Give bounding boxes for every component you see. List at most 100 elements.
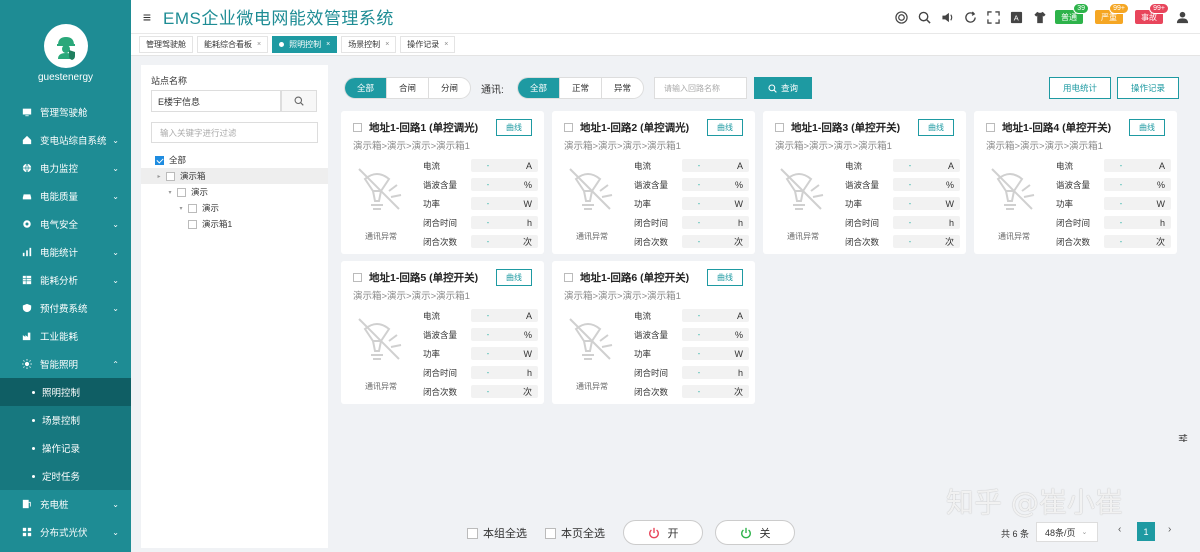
select-group-checkbox[interactable]: 本组全选 (467, 525, 527, 541)
site-search-button[interactable] (281, 90, 317, 112)
curve-button[interactable]: 曲线 (707, 119, 743, 136)
usage-stats-button[interactable]: 用电统计 (1049, 77, 1111, 99)
circuit-card-title: 地址1-回路6 (单控开关) (564, 270, 689, 285)
page-size-select[interactable]: 48条/页 ⌄ (1036, 522, 1098, 542)
speaker-icon[interactable] (940, 10, 955, 25)
tree-node[interactable]: 演示箱1 (141, 216, 328, 232)
metric-value-box: -A (1104, 159, 1171, 172)
sidebar-item[interactable]: 照明控制 (0, 378, 131, 406)
tab[interactable]: 能耗综合看板 × (197, 36, 269, 53)
refresh-icon[interactable] (963, 10, 978, 25)
circuit-select-checkbox[interactable] (564, 273, 573, 282)
curve-button[interactable]: 曲线 (496, 119, 532, 136)
alarm-normal-badge[interactable]: 普通 39 (1055, 3, 1089, 24)
expand-caret-icon[interactable]: ▸ (155, 173, 163, 180)
switch-off-button[interactable]: 关 (715, 520, 795, 545)
tab[interactable]: 场景控制 × (341, 36, 397, 53)
close-icon[interactable]: × (257, 41, 261, 48)
sidebar-item[interactable]: 预付费系统 ⌄ (0, 294, 131, 322)
tab[interactable]: 管理驾驶舱 (139, 36, 193, 53)
checkbox[interactable] (177, 187, 186, 197)
circuit-select-checkbox[interactable] (775, 123, 784, 132)
metric-name: 闭合时间 (423, 217, 458, 228)
alarm-serious-badge[interactable]: 严重 99+ (1095, 3, 1129, 24)
circuit-select-checkbox[interactable] (986, 123, 995, 132)
sidebar-item[interactable]: 变电站综自系统 ⌄ (0, 126, 131, 154)
tree-node[interactable]: ▾ 演示 (141, 200, 328, 216)
curve-button[interactable]: 曲线 (496, 269, 532, 286)
tree-node[interactable]: ▾ 演示 (141, 184, 328, 200)
translate-icon[interactable]: A (1009, 10, 1024, 25)
header: ≡ EMS企业微电网能效管理系统 A 普通 39 严重 99+ 事故 99+ (131, 0, 1200, 34)
switch-filter-option[interactable]: 合闸 (387, 78, 430, 98)
tree-filter-input[interactable]: 输入关键字进行过滤 (151, 122, 318, 143)
expand-caret-icon[interactable]: ▾ (177, 205, 185, 212)
circuit-select-checkbox[interactable] (353, 123, 362, 132)
alarm-normal-count: 39 (1073, 3, 1089, 14)
curve-button[interactable]: 曲线 (1129, 119, 1165, 136)
comm-filter-option[interactable]: 全部 (518, 78, 561, 98)
sidebar-item[interactable]: 充电桩 ⌄ (0, 490, 131, 518)
circuit-card: 地址1-回路6 (单控开关) 曲线 演示箱>演示>演示>演示箱1 通讯异常 电流 - A 谐波… (552, 261, 755, 404)
sidebar-item[interactable]: 场景控制 (0, 406, 131, 434)
avatar[interactable] (43, 24, 88, 68)
curve-button[interactable]: 曲线 (707, 269, 743, 286)
sidebar-item[interactable]: 定时任务 (0, 462, 131, 490)
circuit-card-title: 地址1-回路2 (单控调光) (564, 120, 689, 135)
select-page-checkbox[interactable]: 本页全选 (545, 525, 605, 541)
checkbox[interactable] (166, 171, 175, 181)
query-button[interactable]: 查询 (754, 77, 812, 99)
sidebar-item[interactable]: 智能照明 ⌃ (0, 350, 131, 378)
sidebar-item[interactable]: 分布式光伏 ⌄ (0, 518, 131, 546)
sidebar-item[interactable]: 电能统计 ⌄ (0, 238, 131, 266)
checkbox[interactable] (188, 219, 197, 229)
comm-filter-option[interactable]: 正常 (560, 78, 603, 98)
expand-caret-icon[interactable]: ▾ (166, 189, 174, 196)
tab[interactable]: 操作记录 × (400, 36, 456, 53)
circuit-path: 演示箱>演示>演示>演示箱1 (353, 291, 470, 302)
comm-filter-option[interactable]: 异常 (602, 78, 643, 98)
close-icon[interactable]: × (385, 41, 389, 48)
curve-button[interactable]: 曲线 (918, 119, 954, 136)
close-icon[interactable]: × (326, 41, 330, 48)
next-page-icon[interactable]: › (1168, 524, 1171, 535)
switch-filter-option[interactable]: 全部 (345, 78, 388, 98)
help-ring-icon[interactable] (894, 10, 909, 25)
checkbox[interactable] (155, 155, 164, 165)
tab[interactable]: 照明控制 × (272, 36, 338, 53)
metric-row: 功率 - W (634, 194, 749, 213)
checkbox[interactable] (188, 203, 197, 213)
sidebar-item-label: 充电桩 (40, 500, 69, 511)
worker-avatar-icon (56, 37, 75, 60)
settings-sliders-icon[interactable] (1176, 431, 1190, 445)
metric-row: 闭合次数 - 次 (423, 382, 538, 401)
close-icon[interactable]: × (444, 41, 448, 48)
globe-icon (22, 163, 32, 173)
sidebar-item[interactable]: 电气安全 ⌄ (0, 210, 131, 238)
metrics-list: 电流 - A 谐波含量 -% 功率 - W 闭合时间 - h 闭合次数 - 次 (634, 156, 749, 251)
sidebar-item[interactable]: 操作记录 (0, 434, 131, 462)
sidebar-item[interactable]: 工业能耗 (0, 322, 131, 350)
prev-page-icon[interactable]: ‹ (1118, 524, 1121, 535)
user-icon[interactable] (1175, 10, 1190, 25)
page-number-current[interactable]: 1 (1137, 522, 1155, 541)
metric-value-box: -% (1104, 178, 1171, 191)
switch-on-button[interactable]: 开 (623, 520, 703, 545)
sidebar-item[interactable]: 电力监控 ⌄ (0, 154, 131, 182)
circuit-select-checkbox[interactable] (353, 273, 362, 282)
skin-shirt-icon[interactable] (1032, 10, 1047, 25)
search-icon[interactable] (917, 10, 932, 25)
circuit-select-checkbox[interactable] (564, 123, 573, 132)
operation-log-button[interactable]: 操作记录 (1117, 77, 1179, 99)
alarm-accident-badge[interactable]: 事故 99+ (1135, 3, 1169, 24)
site-select[interactable]: E楼宇信息 (151, 90, 281, 112)
switch-filter-option[interactable]: 分闸 (429, 78, 470, 98)
circuit-name-input[interactable]: 请输入回路名称 (654, 77, 747, 99)
sidebar-item[interactable]: 管理驾驶舱 (0, 98, 131, 126)
sidebar-item[interactable]: 能耗分析 ⌄ (0, 266, 131, 294)
fullscreen-icon[interactable] (986, 10, 1001, 25)
menu-toggle-icon[interactable]: ≡ (131, 9, 163, 25)
sidebar-item[interactable]: 电能质量 ⌄ (0, 182, 131, 210)
tree-node[interactable]: 全部 (141, 152, 328, 168)
tree-node[interactable]: ▸ 演示箱 (141, 168, 328, 184)
